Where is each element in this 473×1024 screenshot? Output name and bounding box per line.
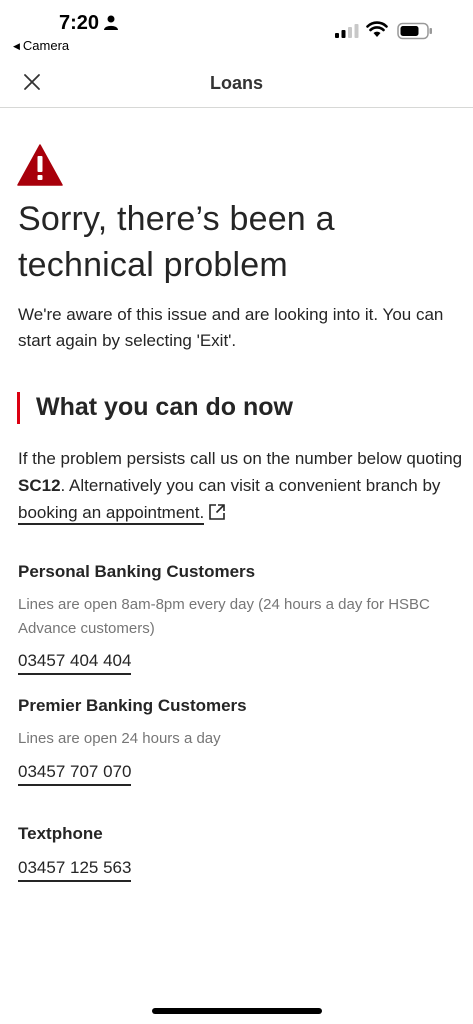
home-indicator[interactable]: [152, 1008, 322, 1014]
error-description: We're aware of this issue and are lookin…: [18, 305, 444, 350]
error-title: Sorry, there’s been a technical problem: [18, 200, 335, 284]
wifi-icon: [366, 21, 388, 37]
premier-banking-title: Premier Banking Customers: [18, 696, 247, 715]
status-time: 7:20: [59, 12, 100, 34]
personal-banking-title: Personal Banking Customers: [18, 562, 256, 581]
premier-banking-hours: Lines are open 24 hours a day: [18, 730, 221, 747]
help-text-prefix: If the problem persists call us on the n…: [18, 449, 463, 468]
section-accent-bar: [17, 392, 20, 424]
booking-appointment-link[interactable]: booking an appointment.: [18, 503, 205, 525]
page-title: Loans: [209, 73, 263, 93]
help-text: If the problem persists call us on the n…: [18, 445, 463, 526]
warning-icon: [17, 144, 63, 186]
back-to-app-link[interactable]: ◀ Camera: [13, 38, 69, 53]
cellular-signal-icon: [335, 24, 359, 38]
error-code: SC12: [18, 476, 61, 495]
section-title: What you can do now: [36, 393, 293, 421]
external-link-icon[interactable]: [208, 503, 226, 521]
back-triangle-icon: ◀: [13, 41, 20, 51]
battery-icon: [397, 22, 432, 40]
personal-banking-phone-link[interactable]: 03457 404 404: [18, 651, 132, 675]
help-text-middle: . Alternatively you can visit a convenie…: [60, 476, 441, 495]
textphone-title: Textphone: [18, 824, 103, 843]
textphone-phone-link[interactable]: 03457 125 563: [18, 858, 132, 882]
personal-banking-hours: Lines are open 8am-8pm every day (24 hou…: [18, 596, 430, 637]
status-bar: 7:20 ◀ Camera: [0, 0, 473, 58]
person-icon: [104, 15, 118, 30]
premier-banking-phone-link[interactable]: 03457 707 070: [18, 762, 132, 786]
back-app-label: Camera: [22, 38, 70, 53]
top-navigation-bar: Loans: [0, 58, 473, 108]
